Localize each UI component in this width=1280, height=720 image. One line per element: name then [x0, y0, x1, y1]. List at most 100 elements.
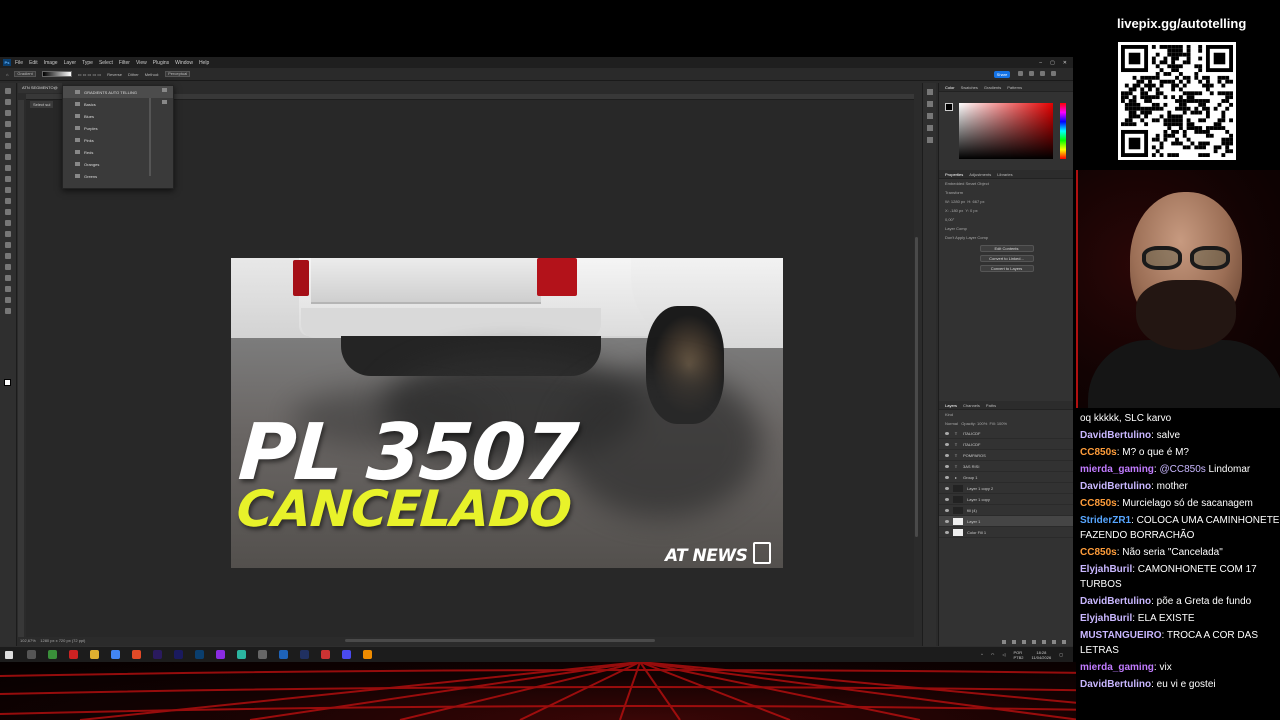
- layer-item[interactable]: Layer 1 copy: [939, 494, 1073, 505]
- layer-item[interactable]: T ITALICDF: [939, 439, 1073, 450]
- chrome-icon[interactable]: [111, 650, 120, 659]
- tab-channels[interactable]: Channels: [963, 403, 980, 408]
- fx-icon[interactable]: [1012, 640, 1016, 644]
- menu-filter[interactable]: Filter: [119, 60, 130, 66]
- preset-folder-item[interactable]: Purples: [63, 122, 173, 134]
- preset-folder-item[interactable]: Basics: [63, 98, 173, 110]
- crop-tool-icon[interactable]: [5, 132, 11, 138]
- visibility-eye-icon[interactable]: [945, 497, 949, 501]
- healing-tool-icon[interactable]: [5, 165, 11, 171]
- task-view-icon[interactable]: [27, 650, 36, 659]
- app-icon[interactable]: [237, 650, 246, 659]
- preset-folder-item[interactable]: Reds: [63, 146, 173, 158]
- gradient-preset-select[interactable]: Gradient: [14, 71, 36, 77]
- fill-field[interactable]: Fill: 100%: [989, 421, 1007, 426]
- tab-layers[interactable]: Layers: [945, 403, 957, 408]
- tab-gradients[interactable]: Gradients: [984, 85, 1001, 90]
- menu-select[interactable]: Select: [99, 60, 113, 66]
- new-layer-icon[interactable]: [1052, 640, 1056, 644]
- folder-icon[interactable]: [1042, 640, 1046, 644]
- app-icon[interactable]: [216, 650, 225, 659]
- convert-to-linked-button[interactable]: Convert to Linked...: [979, 255, 1034, 262]
- blend-mode-select[interactable]: Normal: [945, 421, 958, 426]
- app-icon[interactable]: [258, 650, 267, 659]
- marquee-tool-icon[interactable]: [5, 99, 11, 105]
- app-icon[interactable]: [69, 650, 78, 659]
- character-panel-icon[interactable]: [926, 113, 933, 119]
- visibility-eye-icon[interactable]: [945, 530, 949, 534]
- x-field[interactable]: X: -180 px: [945, 208, 963, 213]
- folder-app-icon[interactable]: [90, 650, 99, 659]
- quick-select-tool-icon[interactable]: [5, 121, 11, 127]
- tab-libraries[interactable]: Libraries: [997, 172, 1012, 177]
- gradient-type-icons[interactable]: ▭ ▭ ▭ ▭ ▭: [78, 72, 101, 77]
- app-icon[interactable]: [321, 650, 330, 659]
- layer-item[interactable]: fill (4): [939, 505, 1073, 516]
- premiere-icon[interactable]: [153, 650, 162, 659]
- layer-item-selected[interactable]: Layer 1: [939, 516, 1073, 527]
- menu-plugins[interactable]: Plugins: [153, 60, 169, 66]
- history-panel-icon[interactable]: [926, 89, 933, 95]
- foreground-color-swatch[interactable]: [4, 379, 11, 386]
- search-icon[interactable]: [1029, 71, 1034, 76]
- visibility-eye-icon[interactable]: [945, 519, 949, 523]
- tab-swatches[interactable]: Swatches: [961, 85, 978, 90]
- bell-icon[interactable]: [1018, 71, 1023, 76]
- dither-checkbox[interactable]: Dither: [128, 72, 139, 77]
- shape-tool-icon[interactable]: [5, 286, 11, 292]
- gradient-tool-icon[interactable]: [5, 220, 11, 226]
- tab-properties[interactable]: Properties: [945, 172, 963, 177]
- menu-view[interactable]: View: [136, 60, 147, 66]
- menu-edit[interactable]: Edit: [29, 60, 38, 66]
- language-indicator[interactable]: POR PTB2: [1013, 650, 1023, 660]
- visibility-eye-icon[interactable]: [945, 464, 949, 468]
- visibility-eye-icon[interactable]: [945, 475, 949, 479]
- color-picker-field[interactable]: [959, 103, 1053, 159]
- menu-help[interactable]: Help: [199, 60, 209, 66]
- settings-icon[interactable]: [162, 88, 167, 92]
- color-panel-swatch[interactable]: [945, 103, 953, 111]
- width-field[interactable]: W: 1280 px: [945, 199, 965, 204]
- layer-item[interactable]: Layer 1 copy 2: [939, 483, 1073, 494]
- tab-adjustments[interactable]: Adjustments: [969, 172, 991, 177]
- glyphs-panel-icon[interactable]: [926, 137, 933, 143]
- method-select[interactable]: Perceptual: [165, 71, 191, 77]
- hand-tool-icon[interactable]: [5, 297, 11, 303]
- visibility-eye-icon[interactable]: [945, 508, 949, 512]
- close-icon[interactable]: ✕: [1063, 60, 1067, 66]
- select-subject-button[interactable]: Select sul: [30, 101, 54, 108]
- zoom-level[interactable]: 102,67%: [20, 638, 36, 643]
- workspace-icon[interactable]: [1040, 71, 1045, 76]
- link-icon[interactable]: [1002, 640, 1006, 644]
- brush-panel-icon[interactable]: [926, 101, 933, 107]
- notification-icon[interactable]: ▢: [1059, 652, 1063, 657]
- app-icon[interactable]: [48, 650, 57, 659]
- angle-field[interactable]: 0,00°: [939, 215, 1073, 224]
- adjustment-icon[interactable]: [1032, 640, 1036, 644]
- audition-icon[interactable]: [300, 650, 309, 659]
- home-icon[interactable]: ⌂: [6, 72, 8, 77]
- layer-filter[interactable]: Kind: [939, 410, 1073, 419]
- vlc-icon[interactable]: [363, 650, 372, 659]
- preset-folder-item[interactable]: Pinks: [63, 134, 173, 146]
- layer-item[interactable]: T ITALICDF: [939, 428, 1073, 439]
- trash-icon[interactable]: [1062, 640, 1066, 644]
- tray-chevron-icon[interactable]: ^: [981, 652, 983, 657]
- dodge-tool-icon[interactable]: [5, 242, 11, 248]
- height-field[interactable]: H: 667 px: [967, 199, 984, 204]
- type-tool-icon[interactable]: [5, 264, 11, 270]
- gradient-swatch[interactable]: [41, 71, 72, 77]
- media-encoder-icon[interactable]: [174, 650, 183, 659]
- horizontal-scrollbar[interactable]: [345, 639, 655, 642]
- zoom-tool-icon[interactable]: [5, 308, 11, 314]
- panel-icon[interactable]: [1051, 71, 1056, 76]
- y-field[interactable]: Y: 0 px: [965, 208, 977, 213]
- visibility-eye-icon[interactable]: [945, 442, 949, 446]
- preset-folder-item[interactable]: Greens: [63, 170, 173, 182]
- tab-color[interactable]: Color: [945, 85, 955, 90]
- mask-icon[interactable]: [1022, 640, 1026, 644]
- brush-tool-icon[interactable]: [5, 176, 11, 182]
- photoshop-logo[interactable]: Ps: [3, 59, 11, 66]
- visibility-eye-icon[interactable]: [945, 453, 949, 457]
- paragraph-panel-icon[interactable]: [926, 125, 933, 131]
